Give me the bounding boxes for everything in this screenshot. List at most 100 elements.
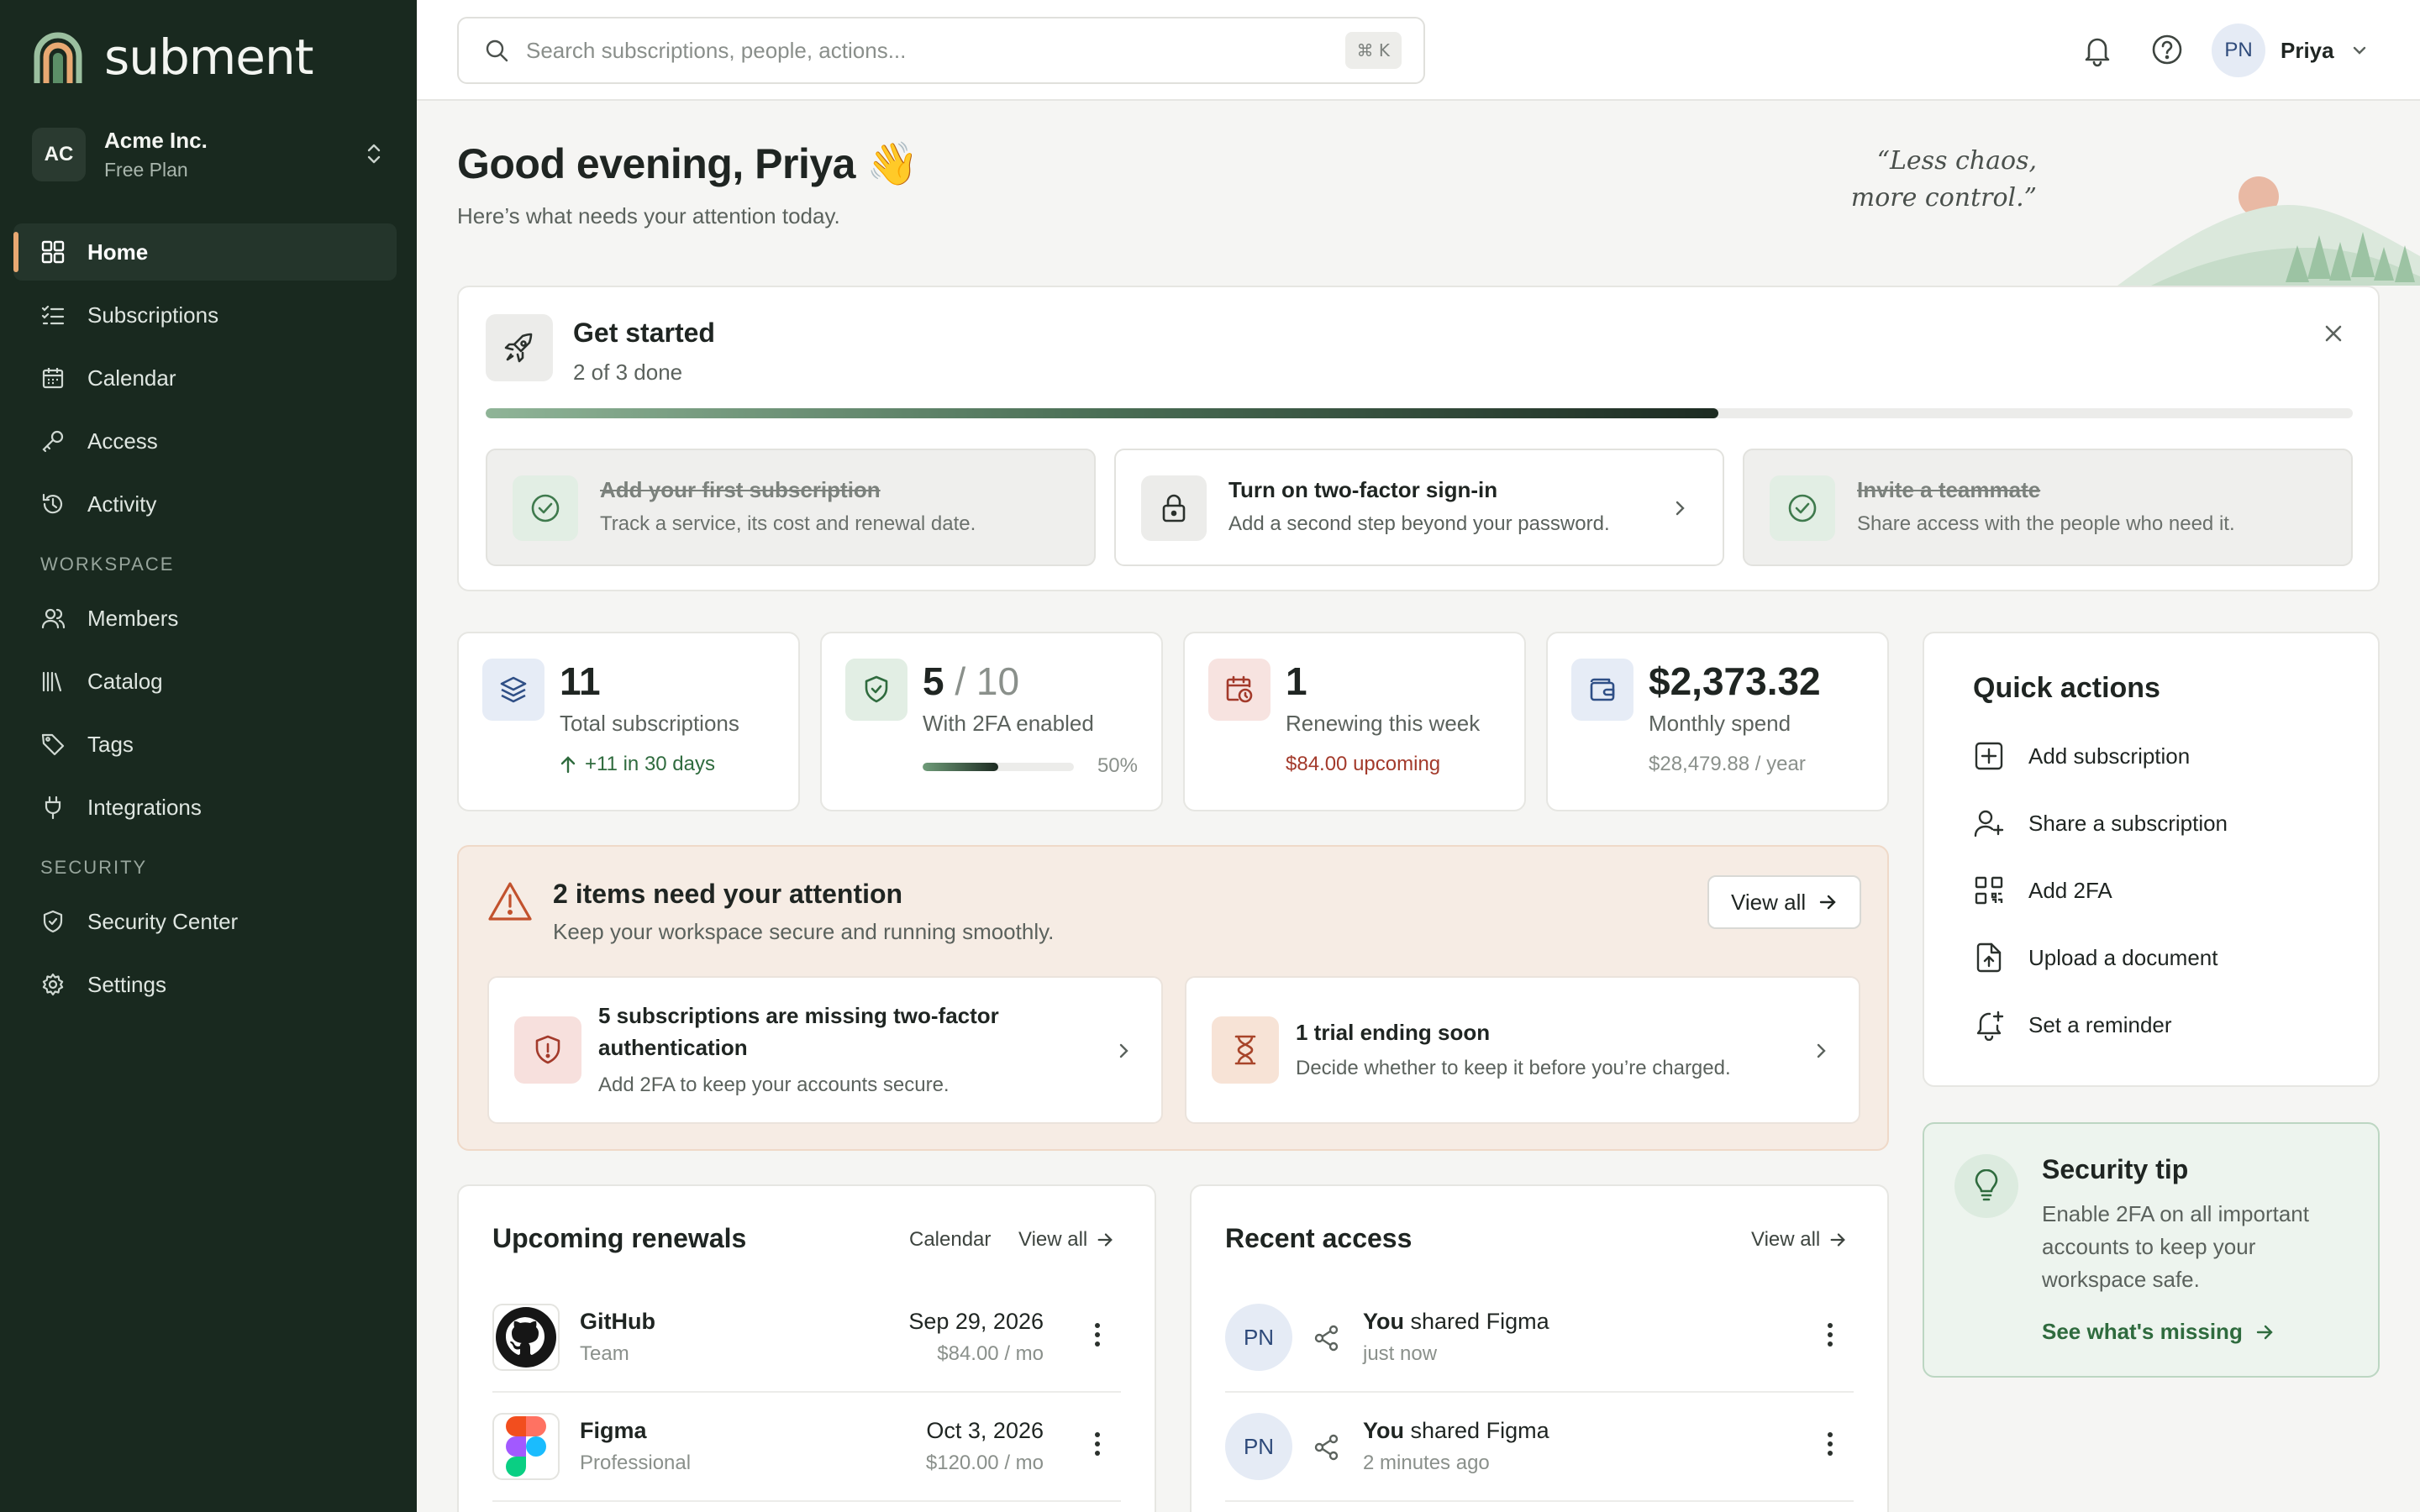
arrow-right-icon bbox=[2256, 1325, 2273, 1339]
access-row[interactable]: PN You shared Figma just now bbox=[1225, 1284, 1854, 1393]
quick-actions-card: Quick actions Add subscription Share a s… bbox=[1923, 632, 2380, 1087]
plus-square-icon bbox=[1975, 742, 2003, 770]
stat-label: Total subscriptions bbox=[560, 711, 739, 736]
page-title: Good evening, Priya 👋 bbox=[457, 140, 919, 187]
main-nav: Home Subscriptions Calendar Access Activ… bbox=[13, 223, 397, 1019]
access-text: You shared Figma bbox=[1363, 1418, 1549, 1444]
chevron-up-down-icon bbox=[367, 144, 381, 164]
issue-missing-2fa[interactable]: 5 subscriptions are missing two-factor a… bbox=[487, 976, 1163, 1124]
step-add-subscription[interactable]: Add your first subscription Track a serv… bbox=[486, 449, 1096, 566]
step-two-factor[interactable]: Turn on two-factor sign-in Add a second … bbox=[1114, 449, 1724, 566]
more-vertical-icon[interactable] bbox=[1825, 1320, 1835, 1349]
quick-action-add-2fa[interactable]: Add 2FA bbox=[1973, 864, 2343, 917]
stat-total-subscriptions[interactable]: 11 Total subscriptions +11 in 30 days bbox=[457, 632, 800, 811]
more-vertical-icon[interactable] bbox=[1825, 1430, 1835, 1458]
more-vertical-icon[interactable] bbox=[1092, 1320, 1102, 1349]
sidebar-item-catalog[interactable]: Catalog bbox=[13, 653, 397, 710]
avatar: PN bbox=[1225, 1413, 1292, 1480]
figma-icon bbox=[506, 1416, 546, 1477]
close-icon[interactable] bbox=[2323, 323, 2344, 344]
sidebar-item-label: Integrations bbox=[87, 794, 202, 820]
sidebar-item-activity[interactable]: Activity bbox=[13, 475, 397, 533]
chevron-right-icon bbox=[1676, 501, 1685, 516]
hourglass-icon bbox=[1234, 1035, 1256, 1065]
sidebar-item-label: Members bbox=[87, 605, 179, 631]
access-row[interactable]: PN You shared Figma 2 minutes ago bbox=[1225, 1393, 1854, 1502]
step-title: Turn on two-factor sign-in bbox=[1228, 477, 1498, 502]
stat-renewing[interactable]: 1 Renewing this week $84.00 upcoming bbox=[1183, 632, 1526, 811]
sidebar-item-integrations[interactable]: Integrations bbox=[13, 779, 397, 836]
calendar-link[interactable]: Calendar bbox=[909, 1228, 991, 1252]
github-icon bbox=[496, 1307, 556, 1368]
recent-access-view-all-link[interactable]: View all bbox=[1751, 1228, 1847, 1252]
quick-action-set-reminder[interactable]: Set a reminder bbox=[1973, 998, 2343, 1052]
bell-icon[interactable] bbox=[2081, 32, 2114, 67]
sidebar-item-subscriptions[interactable]: Subscriptions bbox=[13, 286, 397, 344]
service-name: GitHub bbox=[580, 1309, 655, 1334]
chevron-right-icon bbox=[1119, 1043, 1128, 1058]
see-whats-missing-link[interactable]: See what's missing bbox=[2042, 1319, 2275, 1345]
recent-access-title: Recent access bbox=[1225, 1223, 1413, 1253]
stat-value: 1 bbox=[1286, 659, 1307, 703]
layers-icon-tile bbox=[482, 659, 544, 721]
issue-title-line: 5 subscriptions are missing two-factor bbox=[598, 1003, 999, 1028]
sidebar-item-label: Settings bbox=[87, 971, 166, 997]
sidebar-item-tags[interactable]: Tags bbox=[13, 716, 397, 773]
stat-monthly-spend[interactable]: $2,373.32 Monthly spend $28,479.88 / yea… bbox=[1546, 632, 1889, 811]
search-input[interactable] bbox=[526, 37, 1333, 64]
renewal-price: $84.00 / mo bbox=[937, 1342, 1044, 1365]
bell-plus-icon bbox=[1976, 1011, 2004, 1041]
renewal-row[interactable]: GitHub Team Sep 29, 2026 $84.00 / mo bbox=[492, 1284, 1121, 1393]
search-bar[interactable]: ⌘ K bbox=[457, 17, 1425, 84]
sidebar-item-home[interactable]: Home bbox=[13, 223, 397, 281]
quick-action-upload-document[interactable]: Upload a document bbox=[1973, 931, 2343, 984]
check-circle-icon-tile bbox=[513, 475, 578, 541]
issue-title: 5 subscriptions are missing two-factor a… bbox=[598, 1000, 999, 1063]
issue-trial-ending[interactable]: 1 trial ending soon Decide whether to ke… bbox=[1185, 976, 1860, 1124]
sidebar-item-access[interactable]: Access bbox=[13, 412, 397, 470]
stat-value-total: / 10 bbox=[955, 659, 1020, 703]
issue-desc: Decide whether to keep it before you’re … bbox=[1296, 1057, 1731, 1079]
brand-logo[interactable]: subment bbox=[32, 29, 313, 86]
sidebar-item-settings[interactable]: Settings bbox=[13, 956, 397, 1013]
sidebar-item-calendar[interactable]: Calendar bbox=[13, 349, 397, 407]
step-desc: Track a service, its cost and renewal da… bbox=[600, 512, 976, 535]
sidebar-item-security-center[interactable]: Security Center bbox=[13, 893, 397, 950]
attention-view-all-button[interactable]: View all bbox=[1707, 875, 1862, 929]
step-title: Invite a teammate bbox=[1857, 477, 2041, 502]
step-invite-teammate[interactable]: Invite a teammate Share access with the … bbox=[1743, 449, 2353, 566]
stat-upcoming: $84.00 upcoming bbox=[1286, 753, 1441, 775]
renewals-view-all-link[interactable]: View all bbox=[1018, 1228, 1114, 1252]
stat-yearly: $28,479.88 / year bbox=[1649, 753, 1806, 775]
security-tip-desc: Enable 2FA on all important accounts to … bbox=[2042, 1201, 2309, 1292]
arrow-right-icon bbox=[1819, 895, 1836, 910]
quick-action-add-subscription[interactable]: Add subscription bbox=[1973, 729, 2343, 783]
history-icon bbox=[42, 493, 63, 514]
stat-value: 11 bbox=[560, 659, 601, 703]
page-subtitle: Here’s what needs your attention today. bbox=[457, 203, 840, 228]
access-time: just now bbox=[1363, 1342, 1438, 1365]
renewal-row[interactable]: Figma Professional Oct 3, 2026 $120.00 /… bbox=[492, 1393, 1121, 1502]
search-icon bbox=[486, 39, 508, 62]
chevron-down-icon bbox=[2353, 46, 2365, 55]
users-icon bbox=[41, 608, 66, 629]
attention-title: 2 items need your attention bbox=[553, 879, 903, 909]
shield-alert-icon-tile bbox=[514, 1016, 581, 1084]
chevron-right-icon bbox=[1817, 1043, 1826, 1058]
quick-action-share-subscription[interactable]: Share a subscription bbox=[1973, 796, 2343, 850]
more-vertical-icon[interactable] bbox=[1092, 1430, 1102, 1458]
help-icon[interactable] bbox=[2149, 32, 2185, 67]
calendar-clock-icon bbox=[1226, 675, 1253, 703]
stat-2fa[interactable]: 5 / 10 With 2FA enabled 50% bbox=[820, 632, 1163, 811]
security-tip-card: Security tip Enable 2FA on all important… bbox=[1923, 1122, 2380, 1378]
org-switcher[interactable]: AC Acme Inc. Free Plan bbox=[32, 124, 385, 185]
service-plan: Team bbox=[580, 1342, 629, 1365]
user-menu[interactable]: PN Priya bbox=[2212, 24, 2370, 77]
stat-label: Monthly spend bbox=[1649, 711, 1791, 736]
share-icon bbox=[1314, 1325, 1339, 1352]
sidebar-item-label: Tags bbox=[87, 731, 134, 757]
app-root: subment AC Acme Inc. Free Plan Home Subs… bbox=[0, 0, 2420, 1512]
sidebar-item-members[interactable]: Members bbox=[13, 590, 397, 647]
arrow-up-icon bbox=[560, 756, 576, 774]
check-circle-icon bbox=[531, 494, 560, 522]
